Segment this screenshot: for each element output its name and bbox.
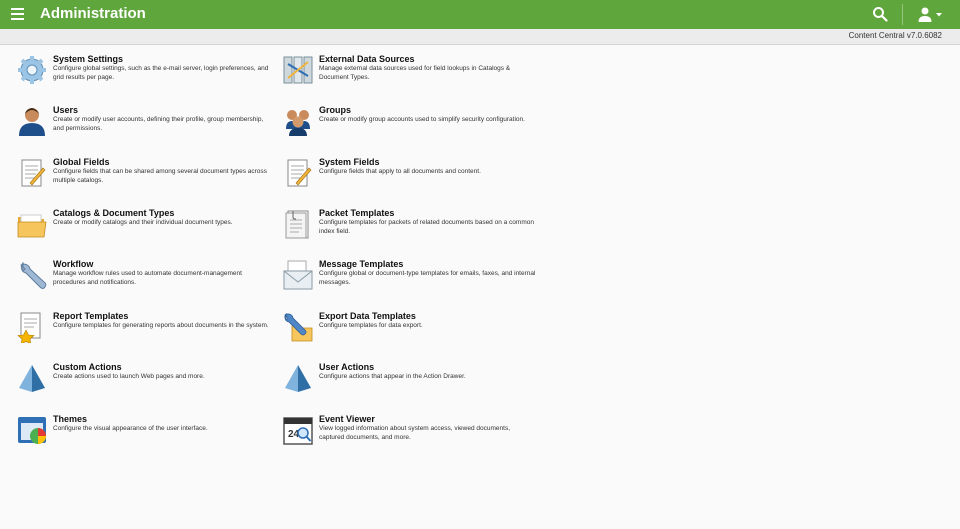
admin-item-description: Manage external data sources used for fi…: [319, 65, 511, 81]
admin-item-description: Create or modify group accounts used to …: [319, 116, 525, 123]
gear-icon: [18, 56, 46, 84]
pyramid-icon: [19, 365, 45, 392]
admin-item-description: Manage workflow rules used to automate d…: [53, 270, 242, 286]
group-icon: [286, 110, 310, 136]
admin-item-title[interactable]: System Fields: [319, 157, 380, 167]
user-menu-icon[interactable]: [917, 6, 945, 24]
admin-item-title[interactable]: Custom Actions: [53, 362, 122, 372]
admin-item-event-viewer[interactable]: 24 Event Viewer View logged information ab…: [282, 414, 532, 460]
admin-item-catalogs-and-document-types[interactable]: Catalogs & Document Types Create or modif…: [16, 208, 266, 254]
admin-item-description: Configure fields that apply to all docum…: [319, 168, 481, 175]
admin-item-description: Configure global or document-type templa…: [319, 270, 536, 286]
admin-item-title[interactable]: Packet Templates: [319, 208, 394, 218]
admin-item-system-fields[interactable]: System Fields Configure fields that apply…: [282, 157, 532, 203]
admin-item-description: Create or modify catalogs and their indi…: [53, 219, 233, 226]
pyramid-icon: [285, 365, 311, 392]
admin-item-title[interactable]: Workflow: [53, 259, 93, 269]
admin-item-description: View logged information about system acc…: [319, 425, 511, 441]
packet-document-icon: [285, 210, 309, 239]
admin-item-message-templates[interactable]: Message Templates Configure global or doc…: [282, 259, 535, 305]
admin-item-title[interactable]: Catalogs & Document Types: [53, 208, 174, 218]
admin-item-external-data-sources[interactable]: External Data Sources Manage external dat…: [282, 54, 532, 100]
admin-item-title[interactable]: Global Fields: [53, 157, 110, 167]
admin-item-themes[interactable]: Themes Configure the visual appearance of…: [16, 414, 266, 460]
admin-item-description: Configure templates for data export.: [319, 322, 423, 329]
admin-item-title[interactable]: Event Viewer: [319, 414, 375, 424]
admin-item-title[interactable]: Message Templates: [319, 259, 403, 269]
admin-item-title[interactable]: External Data Sources: [319, 54, 415, 64]
admin-item-title[interactable]: Users: [53, 105, 78, 115]
admin-item-title[interactable]: Report Templates: [53, 311, 128, 321]
header-divider: [902, 4, 903, 25]
data-source-icon: [283, 56, 313, 84]
calendar-search-icon: 24: [283, 417, 313, 445]
admin-item-description: Configure the visual appearance of the u…: [53, 425, 208, 432]
admin-item-title[interactable]: System Settings: [53, 54, 123, 64]
admin-item-title[interactable]: Themes: [53, 414, 87, 424]
folder-icon: [17, 214, 47, 238]
version-bar: Content Central v7.0.6082: [0, 29, 960, 45]
admin-item-global-fields[interactable]: Global Fields Configure fields that can b…: [16, 157, 267, 203]
wrench-icon: [20, 261, 47, 289]
admin-item-export-data-templates[interactable]: Export Data Templates Configure templates…: [282, 311, 532, 357]
user-icon: [19, 108, 45, 136]
admin-item-system-settings[interactable]: System Settings Configure global settings…: [16, 54, 268, 100]
admin-item-users[interactable]: Users Create or modify user accounts, def…: [16, 105, 266, 151]
admin-item-report-templates[interactable]: Report Templates Configure templates for …: [16, 311, 269, 357]
export-folder-wrench-icon: [284, 312, 313, 342]
report-star-icon: [17, 312, 41, 343]
hamburger-menu-icon[interactable]: [11, 8, 24, 20]
admin-item-description: Configure templates for generating repor…: [53, 322, 269, 329]
admin-item-title[interactable]: Export Data Templates: [319, 311, 416, 321]
admin-item-description: Create actions used to launch Web pages …: [53, 373, 205, 380]
message-envelope-icon: [283, 260, 313, 290]
admin-item-workflow[interactable]: Workflow Manage workflow rules used to au…: [16, 259, 266, 305]
search-icon[interactable]: [872, 6, 888, 22]
admin-item-groups[interactable]: Groups Create or modify group accounts us…: [282, 105, 532, 151]
admin-item-title[interactable]: User Actions: [319, 362, 374, 372]
admin-item-description: Configure global settings, such as the e…: [53, 65, 269, 81]
theme-palette-icon: [18, 417, 46, 444]
admin-item-custom-actions[interactable]: Custom Actions Create actions used to lau…: [16, 362, 266, 408]
document-edit-icon: [21, 159, 46, 187]
admin-item-description: Configure fields that can be shared amon…: [53, 168, 267, 184]
document-edit-icon: [287, 159, 312, 187]
top-bar: Administration: [0, 0, 960, 29]
version-label: Content Central v7.0.6082: [848, 31, 942, 40]
admin-item-description: Configure actions that appear in the Act…: [319, 373, 466, 380]
page-title: Administration: [40, 5, 146, 22]
admin-item-description: Configure templates for packets of relat…: [319, 219, 534, 235]
admin-item-user-actions[interactable]: User Actions Configure actions that appea…: [282, 362, 532, 408]
admin-item-title[interactable]: Groups: [319, 105, 351, 115]
admin-item-description: Create or modify user accounts, defining…: [53, 116, 264, 132]
admin-item-packet-templates[interactable]: Packet Templates Configure templates for …: [282, 208, 534, 254]
